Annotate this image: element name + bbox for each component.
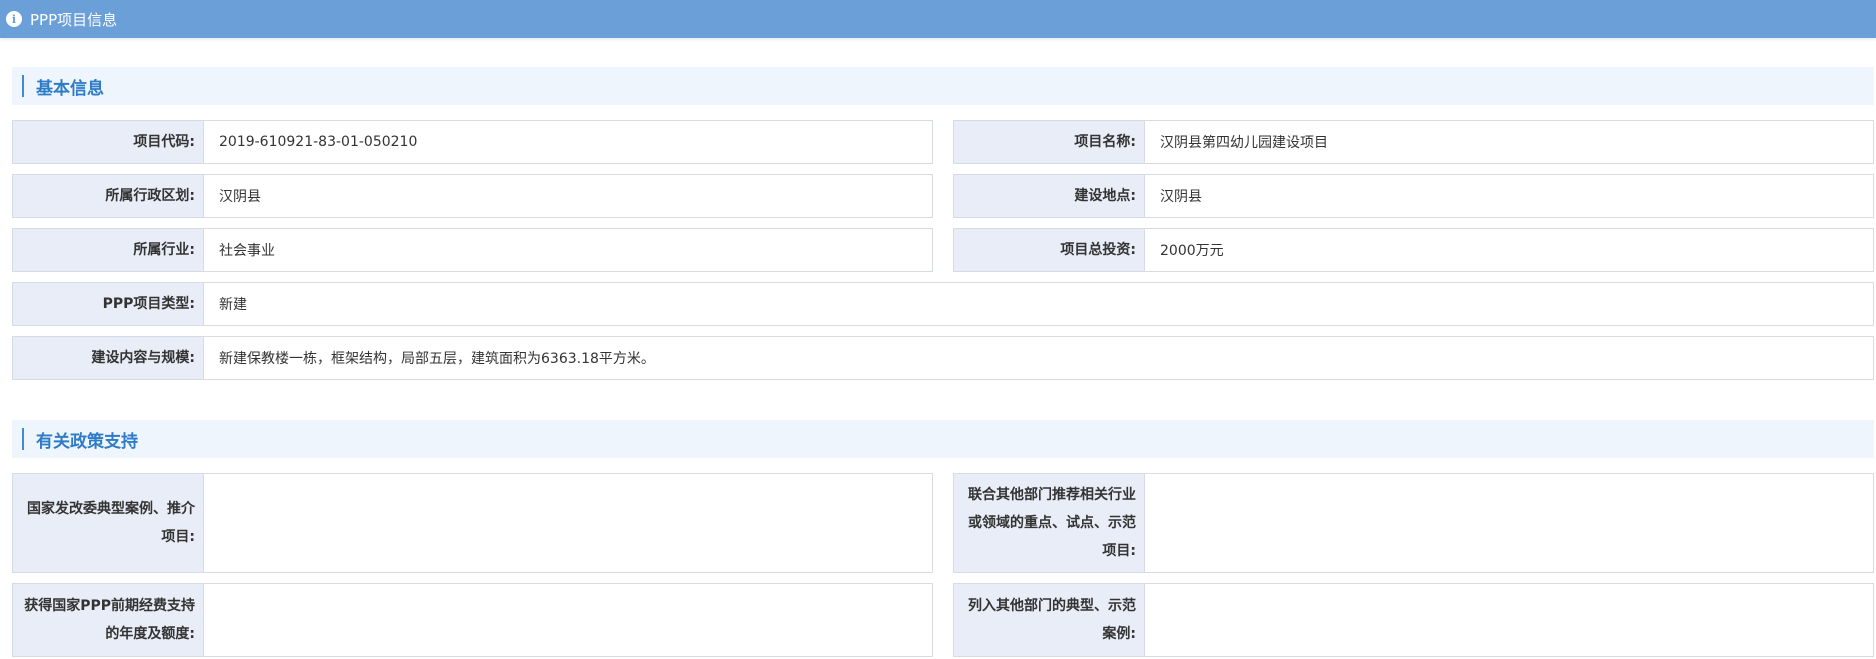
- field-location: 建设地点: 汉阴县: [953, 174, 1874, 218]
- field-value: 社会事业: [203, 229, 932, 271]
- field-value: 汉阴县: [203, 175, 932, 217]
- section-title: 有关政策支持: [36, 431, 138, 452]
- field-admin-division: 所属行政区划: 汉阴县: [12, 174, 933, 218]
- section-title: 基本信息: [36, 78, 104, 99]
- section-policy-support: 有关政策支持: [12, 420, 1874, 458]
- field-other-dept-case: 列入其他部门的典型、示范案例:: [953, 583, 1874, 657]
- field-ndrc-typical-case: 国家发改委典型案例、推介项目:: [12, 473, 933, 573]
- field-label: 建设地点:: [954, 175, 1144, 217]
- field-construction-scope: 建设内容与规模: 新建保教楼一栋，框架结构，局部五层，建筑面积为6363.18平…: [12, 336, 1874, 380]
- field-value: 汉阴县第四幼儿园建设项目: [1144, 121, 1873, 163]
- field-value: 新建: [203, 283, 1873, 325]
- field-value: 2019-610921-83-01-050210: [203, 121, 932, 163]
- info-icon: i: [6, 11, 22, 27]
- page-title: PPP项目信息: [30, 10, 118, 29]
- field-label: 所属行业:: [13, 229, 203, 271]
- field-label: 项目总投资:: [954, 229, 1144, 271]
- page-header: i PPP项目信息: [0, 0, 1876, 38]
- field-project-code: 项目代码: 2019-610921-83-01-050210: [12, 120, 933, 164]
- field-label: 建设内容与规模:: [13, 337, 203, 379]
- section-accent-bar: [22, 428, 24, 450]
- field-ppp-type: PPP项目类型: 新建: [12, 282, 1874, 326]
- field-industry: 所属行业: 社会事业: [12, 228, 933, 272]
- field-label: 获得国家PPP前期经费支持的年度及额度:: [13, 584, 203, 656]
- field-value: 新建保教楼一栋，框架结构，局部五层，建筑面积为6363.18平方米。: [203, 337, 1873, 379]
- field-label: 所属行政区划:: [13, 175, 203, 217]
- field-joint-recommendation: 联合其他部门推荐相关行业或领域的重点、试点、示范项目:: [953, 473, 1874, 573]
- field-value: [203, 584, 932, 656]
- field-label: 国家发改委典型案例、推介项目:: [13, 474, 203, 572]
- field-label: 项目名称:: [954, 121, 1144, 163]
- field-value: 2000万元: [1144, 229, 1873, 271]
- field-label: 项目代码:: [13, 121, 203, 163]
- field-value: 汉阴县: [1144, 175, 1873, 217]
- field-value: [1144, 474, 1873, 572]
- field-value: [1144, 584, 1873, 656]
- field-label: 联合其他部门推荐相关行业或领域的重点、试点、示范项目:: [954, 474, 1144, 572]
- field-project-name: 项目名称: 汉阴县第四幼儿园建设项目: [953, 120, 1874, 164]
- field-value: [203, 474, 932, 572]
- section-basic-info: 基本信息: [12, 67, 1874, 105]
- field-label: 列入其他部门的典型、示范案例:: [954, 584, 1144, 656]
- field-label: PPP项目类型:: [13, 283, 203, 325]
- field-total-investment: 项目总投资: 2000万元: [953, 228, 1874, 272]
- section-accent-bar: [22, 75, 24, 97]
- field-early-funding: 获得国家PPP前期经费支持的年度及额度:: [12, 583, 933, 657]
